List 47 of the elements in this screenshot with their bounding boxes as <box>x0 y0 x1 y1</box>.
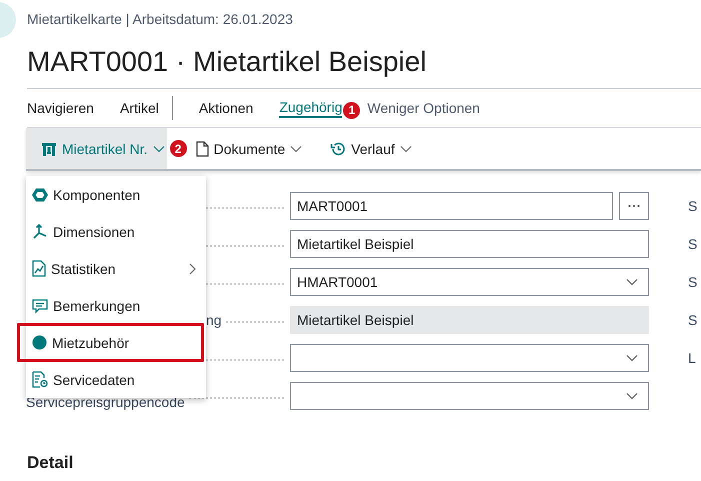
step-badge: 2 <box>168 139 188 158</box>
field-label: S <box>688 197 698 216</box>
tab[interactable]: Artikel <box>106 89 172 127</box>
chevron-down-icon <box>152 144 165 152</box>
circle-icon <box>32 335 47 350</box>
menu-item[interactable]: Dimensionen <box>26 213 206 250</box>
tab[interactable]: Aktionen <box>186 89 266 127</box>
less-options-link[interactable]: Weniger Optionen <box>365 89 493 127</box>
chart-icon <box>32 260 46 277</box>
dimensions-icon <box>32 224 48 240</box>
document-icon <box>196 140 209 156</box>
chevron-down-icon <box>626 354 638 362</box>
tab[interactable]: Navigieren <box>27 89 107 127</box>
input-field[interactable]: Mietartikel Beispiel <box>290 306 649 334</box>
comment-icon <box>32 298 48 314</box>
field-label: S <box>688 311 698 330</box>
service-document-icon <box>32 371 48 388</box>
dropdown-field[interactable]: HMART0001 <box>290 268 649 296</box>
menu-item[interactable]: Statistiken <box>26 250 206 287</box>
chevron-down-icon <box>400 144 412 152</box>
step-badge: 1 <box>342 100 362 120</box>
field-label: L <box>688 349 697 368</box>
chevron-down-icon <box>290 144 302 152</box>
menu-item[interactable]: Mietzubehör <box>26 324 206 361</box>
section-title: Detail <box>27 453 74 473</box>
input-field[interactable]: MART0001 <box>290 192 613 220</box>
chevron-down-icon <box>626 392 638 400</box>
hexagon-icon <box>32 186 48 202</box>
menu-button[interactable]: Dokumente <box>192 128 308 169</box>
breadcrumb: Mietartikelkarte | Arbeitsdatum: 26.01.2023 <box>27 10 294 28</box>
input-field[interactable]: Mietartikel Beispiel <box>290 230 649 258</box>
tab[interactable]: Zugehörig <box>266 89 342 127</box>
field-label: S <box>688 273 698 292</box>
menu-button[interactable]: Mietartikel Nr. <box>26 128 167 169</box>
chevron-down-icon <box>626 278 638 286</box>
shelf-icon <box>41 140 57 156</box>
ellipsis-icon <box>628 204 640 208</box>
history-icon <box>330 140 346 156</box>
page-title: MART0001 · Mietartikel Beispiel <box>27 45 428 79</box>
field-label: ng <box>206 312 223 328</box>
menu-item[interactable]: Komponenten <box>26 176 206 213</box>
menu-button[interactable]: Verlauf <box>315 128 417 169</box>
lookup-button[interactable] <box>619 192 649 220</box>
field-label: S <box>688 235 698 254</box>
dropdown-field[interactable] <box>290 382 649 410</box>
menu-item[interactable]: Bemerkungen <box>26 287 206 324</box>
dropdown-field[interactable] <box>290 344 649 372</box>
